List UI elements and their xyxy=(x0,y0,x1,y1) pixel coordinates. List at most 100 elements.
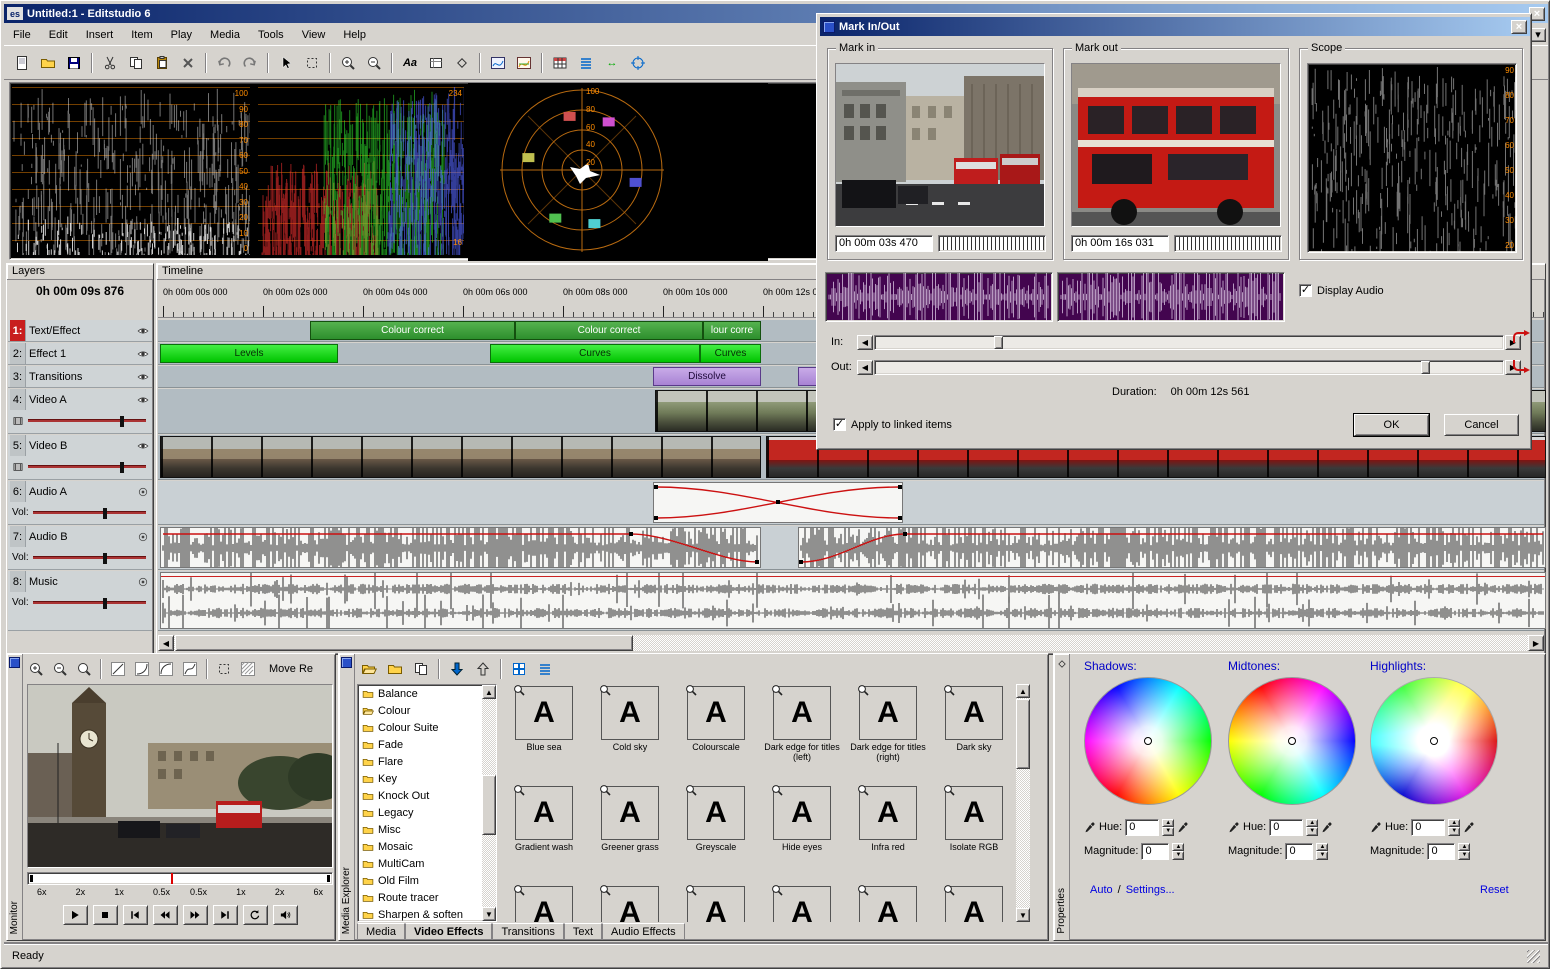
paste-button[interactable] xyxy=(150,51,174,75)
play-button[interactable] xyxy=(63,905,88,925)
out-slider-thumb[interactable] xyxy=(1421,361,1430,374)
apply-linked-option[interactable]: ✓ Apply to linked items xyxy=(833,418,952,431)
fade-in-curve-button[interactable] xyxy=(155,658,177,680)
effect-item[interactable]: A Dark sky xyxy=(931,684,1015,784)
audio-ring-icon[interactable] xyxy=(134,531,152,543)
magnitude-input[interactable]: 0 xyxy=(1427,843,1455,860)
folder-item[interactable]: Knock Out xyxy=(358,787,496,804)
folder-up-button[interactable] xyxy=(357,658,381,680)
effect-item[interactable]: A Dark edge for titles (left) xyxy=(759,684,845,784)
layer-row-effect1[interactable]: 2:Effect 1 xyxy=(8,343,152,365)
grid-view-button[interactable] xyxy=(548,51,572,75)
menu-item[interactable]: Insert xyxy=(77,26,123,44)
volume-slider[interactable] xyxy=(33,556,146,559)
text-tool-button[interactable]: Aa xyxy=(398,51,422,75)
copy-item-button[interactable] xyxy=(409,658,433,680)
clip-dissolve[interactable]: Dissolve xyxy=(653,367,761,386)
monitor-scrub-bar[interactable] xyxy=(27,872,333,885)
clip-curves[interactable]: Curves xyxy=(490,344,700,363)
resize-grip[interactable] xyxy=(1527,950,1540,963)
new-button[interactable] xyxy=(10,51,34,75)
folder-item[interactable]: Mosaic xyxy=(358,838,496,855)
effect-item[interactable]: A xyxy=(673,884,759,922)
properties-panel-icon[interactable] xyxy=(1056,658,1068,670)
hue-spin-up[interactable]: ▲ xyxy=(1448,819,1460,828)
ok-button[interactable]: OK xyxy=(1354,414,1429,436)
go-start-button[interactable] xyxy=(123,905,148,925)
clip-colour-correct[interactable]: Colour correct xyxy=(310,321,515,340)
media-tab[interactable]: Video Effects xyxy=(405,923,493,940)
in-slider-track[interactable] xyxy=(874,335,1504,350)
dialog-close-button[interactable]: × xyxy=(1511,20,1527,34)
hue-input[interactable]: 0 xyxy=(1269,819,1303,836)
fast-forward-button[interactable] xyxy=(183,905,208,925)
clip-colour-correct[interactable]: lour corre xyxy=(703,321,761,340)
media-tab[interactable]: Transitions xyxy=(492,923,563,940)
volume-slider[interactable] xyxy=(33,511,146,514)
folder-item[interactable]: MultiCam xyxy=(358,855,496,872)
select-tool-button[interactable] xyxy=(300,51,324,75)
mdi-restore-button[interactable]: ▾ xyxy=(1530,28,1546,42)
layer-row-transitions[interactable]: 3:Transitions xyxy=(8,366,152,388)
menu-item[interactable]: Help xyxy=(334,26,375,44)
track-music[interactable] xyxy=(158,571,1544,631)
save-button[interactable] xyxy=(62,51,86,75)
move-region-label[interactable]: Move Re xyxy=(269,663,321,675)
menu-item[interactable]: Item xyxy=(122,26,161,44)
layer-row-music[interactable]: 8:Music Vol: xyxy=(8,571,152,631)
undo-button[interactable] xyxy=(212,51,236,75)
effect-item[interactable]: A Greener grass xyxy=(587,784,673,884)
clip-levels[interactable]: Levels xyxy=(160,344,338,363)
media-explorer-icon[interactable] xyxy=(341,657,352,668)
loop-in-icon[interactable] xyxy=(1511,330,1531,349)
effect-item[interactable]: A Isolate RGB xyxy=(931,784,1015,884)
zoom-in-button[interactable] xyxy=(336,51,360,75)
layer-row-video-a[interactable]: 4:Video A xyxy=(8,389,152,434)
menu-item[interactable]: File xyxy=(4,26,40,44)
effect-item[interactable]: A xyxy=(587,884,673,922)
layer-row-audio-a[interactable]: 6:Audio A Vol: xyxy=(8,481,152,525)
colour-wheel[interactable] xyxy=(1370,677,1498,805)
mark-out-scrub-strip[interactable] xyxy=(1174,235,1282,252)
video-b-filmstrip[interactable] xyxy=(160,436,761,478)
folder-item[interactable]: Legacy xyxy=(358,804,496,821)
eyedropper-icon[interactable] xyxy=(1228,821,1240,833)
scroll-left-button[interactable]: ◀ xyxy=(158,635,174,651)
hue-input[interactable]: 0 xyxy=(1125,819,1159,836)
mask-button[interactable] xyxy=(237,658,259,680)
timeline-hscrollbar[interactable]: ◀ ▶ xyxy=(158,635,1544,651)
folder-tree[interactable]: Balance Colour Colour Suite xyxy=(357,684,497,922)
export-up-button[interactable] xyxy=(471,658,495,680)
media-tab[interactable]: Audio Effects xyxy=(602,923,685,940)
colour-wheel[interactable] xyxy=(1228,677,1356,805)
layer-row-text-effect[interactable]: 1:Text/Effect xyxy=(8,320,152,342)
hue-spin-up[interactable]: ▲ xyxy=(1306,819,1318,828)
zoom-out-button[interactable] xyxy=(362,51,386,75)
frame-button[interactable] xyxy=(424,51,448,75)
folder-item[interactable]: Key xyxy=(358,770,496,787)
apply-linked-checkbox[interactable]: ✓ xyxy=(833,418,846,431)
magnitude-spin-down[interactable]: ▼ xyxy=(1316,851,1328,860)
folder-item[interactable]: Old Film xyxy=(358,872,496,889)
in-slider-thumb[interactable] xyxy=(994,336,1003,349)
reset-link[interactable]: Reset xyxy=(1480,884,1509,896)
go-end-button[interactable] xyxy=(213,905,238,925)
s-curve-button[interactable] xyxy=(179,658,201,680)
hue-spin-down[interactable]: ▼ xyxy=(1448,827,1460,836)
eye-icon[interactable] xyxy=(134,371,152,383)
thumbnail-view-button[interactable] xyxy=(507,658,531,680)
effect-item[interactable]: A xyxy=(501,884,587,922)
effect-item[interactable]: A Greyscale xyxy=(673,784,759,884)
import-down-button[interactable] xyxy=(445,658,469,680)
settings-link[interactable]: Settings... xyxy=(1126,884,1175,896)
folder-item[interactable]: Route tracer xyxy=(358,889,496,906)
copy-button[interactable] xyxy=(124,51,148,75)
loop-out-icon[interactable] xyxy=(1511,354,1531,373)
folder-item[interactable]: Flare xyxy=(358,753,496,770)
magnitude-spin-up[interactable]: ▲ xyxy=(1458,843,1470,852)
track-audio-a[interactable] xyxy=(158,481,1544,525)
media-tab[interactable]: Text xyxy=(564,923,602,940)
clip-colour-correct[interactable]: Colour correct xyxy=(515,321,703,340)
delete-button[interactable] xyxy=(176,51,200,75)
effect-item[interactable]: A Blue sea xyxy=(501,684,587,784)
